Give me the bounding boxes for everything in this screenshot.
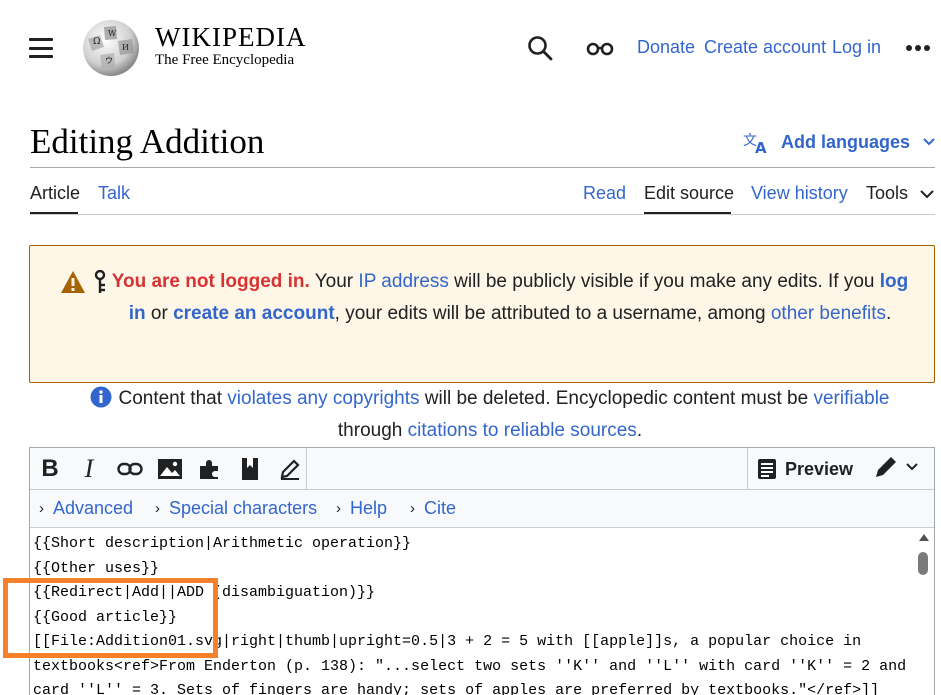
tab-talk[interactable]: Talk [98, 183, 130, 204]
svg-text:W: W [108, 29, 117, 38]
edit-mode-dropdown[interactable] [873, 454, 919, 480]
citations-link[interactable]: citations to reliable sources [408, 420, 637, 441]
search-icon[interactable] [527, 35, 553, 61]
wikipedia-wordmark[interactable]: WIKIPEDIA [155, 22, 306, 53]
menu-help-label: Help [350, 498, 388, 518]
warning-text: You are not logged in. Your IP address w… [110, 266, 910, 330]
image-icon[interactable] [154, 453, 186, 485]
log-in-link[interactable]: Log in [832, 37, 881, 58]
warning-triangle-icon [61, 271, 85, 293]
info-icon [90, 386, 112, 408]
page-title: Editing Addition [30, 122, 265, 161]
menu-special-characters[interactable]: › Special characters [155, 498, 317, 519]
tabs-divider [30, 214, 935, 215]
chevron-down-icon [906, 463, 918, 471]
verifiable-link[interactable]: verifiable [813, 388, 889, 409]
menu-advanced-label: Advanced [53, 498, 134, 518]
create-account-link[interactable]: Create account [704, 37, 826, 58]
code-line: textbooks<ref>From Enderton (p. 138): ".… [33, 657, 907, 675]
warning-icons [60, 270, 108, 294]
copyright-text-part: Content that [118, 388, 228, 409]
chevron-right-icon: › [155, 500, 160, 517]
menu-advanced[interactable]: › Advanced [39, 498, 133, 519]
create-account-warning-link[interactable]: create an account [173, 303, 335, 324]
copyright-notice: Content that violates any copyrights wil… [60, 383, 920, 447]
wikipedia-globe-logo[interactable]: Ω W И ウ [80, 17, 142, 77]
menu-icon[interactable] [29, 38, 53, 58]
preview-doc-icon [758, 459, 776, 479]
code-line: {{Good article}} [33, 608, 178, 626]
copyright-text-part: . [636, 420, 643, 441]
ip-address-link[interactable]: IP address [358, 271, 448, 292]
donate-link[interactable]: Donate [637, 37, 695, 58]
chevron-right-icon: › [410, 500, 415, 517]
pencil-icon[interactable] [274, 453, 306, 485]
code-line: [[File:Addition01.svg|right|thumb|uprigh… [33, 633, 862, 650]
svg-text:И: И [122, 43, 129, 52]
warning-text-part: , your edits will be attributed to a use… [334, 303, 771, 324]
warning-text-part: Your [309, 271, 359, 292]
svg-text:Ω: Ω [93, 37, 100, 47]
tab-edit-source[interactable]: Edit source [644, 183, 734, 204]
editor-menu-bar: › Advanced › Special characters › Help › Cit… [30, 490, 934, 528]
textarea-scrollbar[interactable] [916, 532, 932, 695]
menu-cite-label: Cite [424, 498, 457, 518]
more-icon[interactable] [905, 44, 931, 52]
italic-icon[interactable]: I [73, 453, 105, 485]
menu-help[interactable]: › Help [336, 498, 387, 519]
bookmark-icon[interactable] [234, 453, 266, 485]
add-languages-button[interactable]: 文 A Add languages [743, 130, 936, 154]
violates-copyrights-link[interactable]: violates any copyrights [227, 388, 419, 409]
tab-view-history[interactable]: View history [751, 183, 848, 204]
edit-pen-icon [876, 457, 896, 477]
menu-special-characters-label: Special characters [169, 498, 318, 518]
add-languages-label: Add languages [781, 131, 911, 152]
menu-cite[interactable]: › Cite [410, 498, 456, 519]
title-divider [30, 167, 935, 168]
chevron-right-icon: › [39, 500, 44, 517]
tools-chevron-down-icon[interactable] [919, 188, 935, 200]
editor-toolbar: B I Preview [30, 448, 934, 490]
code-line: card ''L'' = 3. Sets of fingers are hand… [33, 682, 880, 695]
scroll-up-arrow-icon[interactable] [919, 534, 929, 541]
puzzle-icon[interactable] [194, 453, 226, 485]
warning-text-part: will be publicly visible if you make any… [448, 271, 880, 292]
chevron-right-icon: › [336, 500, 341, 517]
svg-text:A: A [755, 139, 767, 154]
wikitext-textarea[interactable]: {{Short description|Arithmetic operation… [30, 528, 920, 695]
translate-icon: 文 A [743, 133, 767, 154]
wikitext-editor: B I Preview › Advanced › Special charact… [29, 447, 935, 695]
glasses-icon[interactable] [586, 39, 614, 57]
toolbar-separator [747, 448, 748, 490]
link-icon[interactable] [114, 453, 146, 485]
tab-article[interactable]: Article [30, 183, 80, 204]
chevron-down-icon [923, 138, 935, 146]
not-logged-in-label: You are not logged in. [111, 271, 310, 292]
key-icon [94, 270, 106, 293]
bold-icon[interactable]: B [34, 453, 66, 485]
tab-read[interactable]: Read [583, 183, 626, 204]
code-line: {{Short description|Arithmetic operation… [33, 535, 412, 552]
code-line: {{Redirect|Add||ADD (disambiguation)}} [33, 584, 376, 601]
preview-label: Preview [785, 458, 854, 479]
svg-text:ウ: ウ [105, 56, 113, 65]
copyright-text-part: through [337, 420, 408, 441]
toolbar-separator [306, 448, 307, 490]
warning-text-part: . [885, 303, 892, 324]
warning-text-part: or [145, 303, 174, 324]
preview-button[interactable]: Preview [757, 454, 853, 484]
wikipedia-tagline: The Free Encyclopedia [155, 52, 295, 68]
code-line: {{Other uses}} [33, 559, 160, 577]
other-benefits-link[interactable]: other benefits [771, 303, 886, 324]
copyright-text-part: will be deleted. Encyclopedic content mu… [419, 388, 814, 409]
tab-tools[interactable]: Tools [866, 183, 908, 204]
scroll-thumb[interactable] [918, 552, 928, 575]
